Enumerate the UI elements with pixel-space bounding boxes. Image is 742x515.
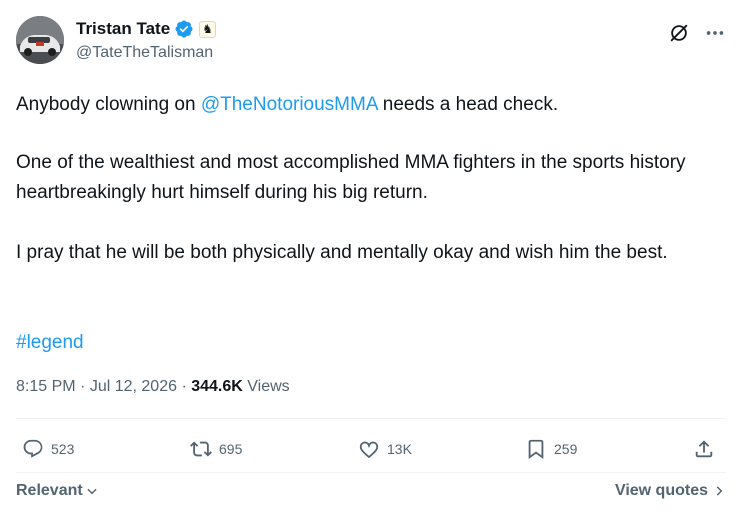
chevron-right-icon — [716, 486, 723, 496]
bookmark-count: 259 — [554, 441, 578, 457]
action-bar: 523 695 13K 259 — [16, 432, 726, 472]
tweet-paragraph: One of the wealthiest and most accomplis… — [16, 152, 686, 203]
sort-label: Relevant — [16, 482, 83, 499]
chess-knight-icon[interactable]: ♞ — [199, 20, 217, 38]
like-count: 13K — [387, 441, 412, 457]
divider — [16, 472, 726, 473]
verified-badge-icon[interactable] — [174, 19, 194, 39]
view-quotes-link[interactable]: View quotes — [615, 482, 726, 500]
author-handle[interactable]: @TateTheTalisman — [76, 44, 216, 62]
more-options-icon[interactable] — [704, 22, 726, 44]
tweet-header: Tristan Tate ♞ @TateTheTalisman — [16, 16, 726, 68]
mention-link[interactable]: @TheNotoriousMMA — [201, 94, 378, 115]
reply-icon — [23, 439, 43, 458]
tweet-meta: 8:15 PM · Jul 12, 2026 · 344.6K Views — [16, 378, 290, 395]
sort-dropdown[interactable]: Relevant — [16, 482, 99, 500]
retweet-count: 695 — [219, 441, 243, 457]
reply-count: 523 — [51, 441, 75, 457]
share-icon — [695, 440, 713, 458]
grok-icon[interactable] — [668, 22, 690, 44]
tweet-paragraph: #legend — [16, 328, 84, 358]
hashtag-link[interactable]: #legend — [16, 332, 84, 353]
retweet-button[interactable]: 695 — [190, 438, 242, 460]
replies-footer: Relevant View quotes — [16, 482, 726, 504]
tweet-paragraph: Anybody clowning on @TheNotoriousMMA nee… — [16, 94, 559, 115]
view-quotes-label: View quotes — [614, 482, 708, 499]
views-label: Views — [242, 378, 290, 395]
tweet-date[interactable]: Jul 12, 2026 — [90, 378, 177, 395]
bookmark-icon — [528, 439, 544, 460]
share-button[interactable] — [693, 438, 722, 460]
tweet-time[interactable]: 8:15 PM — [16, 378, 76, 395]
tweet-paragraph: I pray that he will be both physically a… — [16, 242, 668, 263]
chevron-down-icon — [87, 488, 97, 495]
reply-button[interactable]: 523 — [22, 438, 74, 460]
divider — [16, 418, 726, 419]
author-display-name[interactable]: Tristan Tate — [76, 19, 170, 39]
bookmark-button[interactable]: 259 — [525, 438, 577, 460]
avatar[interactable] — [16, 16, 64, 64]
like-button[interactable]: 13K — [358, 438, 412, 460]
views-count: 344.6K — [191, 378, 243, 395]
retweet-icon — [190, 441, 212, 457]
heart-icon — [359, 441, 379, 458]
